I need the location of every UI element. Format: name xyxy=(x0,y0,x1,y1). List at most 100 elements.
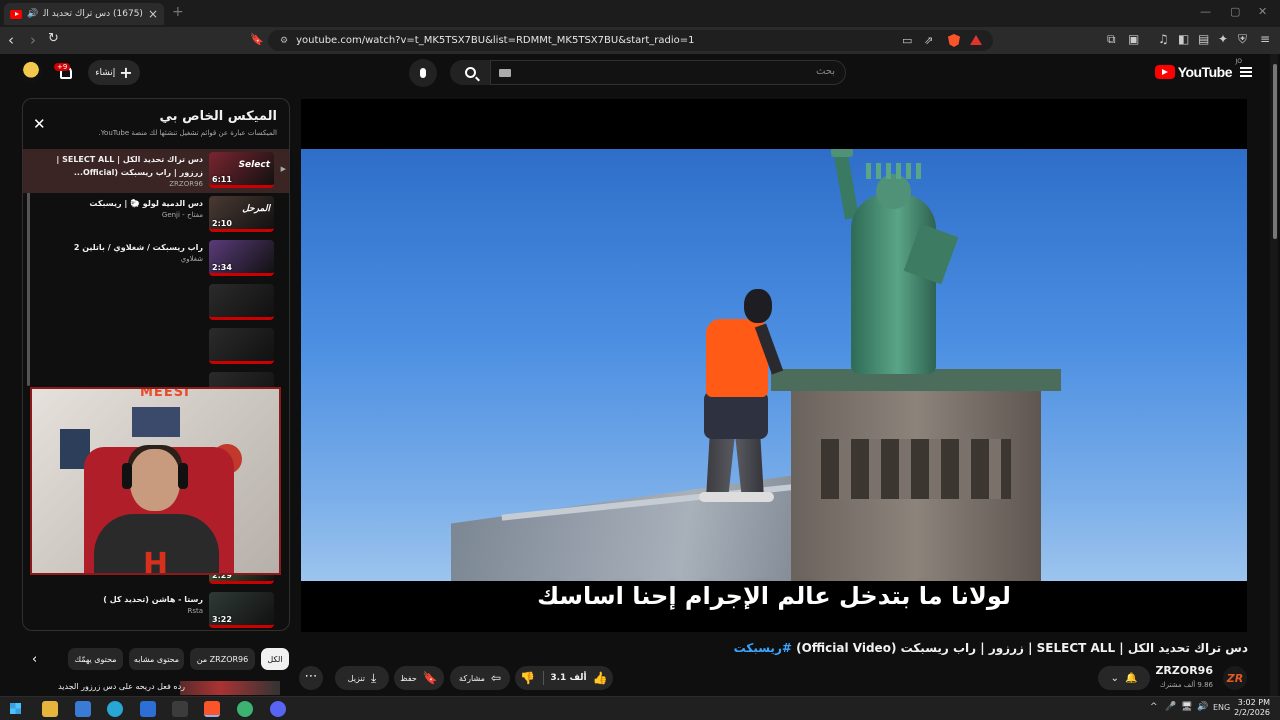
windows-start-icon[interactable] xyxy=(10,703,21,714)
share-label: مشاركة xyxy=(459,673,485,683)
avatar[interactable] xyxy=(20,61,42,83)
playlist-item-title: رستا - هاشن (تحديد كل ) xyxy=(103,595,203,604)
playlist-item-thumbnail[interactable]: Select 6:11 xyxy=(209,152,274,188)
dislike-icon[interactable]: 👎 xyxy=(520,671,545,685)
search-button[interactable] xyxy=(450,60,490,85)
video-player[interactable]: لولانا ما بتدخل عالم الإجرام إحنا اساسك xyxy=(301,99,1247,632)
wallet-icon[interactable]: ▤ xyxy=(1198,32,1209,46)
share-page-icon[interactable]: ⇗ xyxy=(924,34,933,47)
download-label: تنزيل xyxy=(347,673,366,683)
youtube-logo[interactable]: YouTube JO xyxy=(1154,58,1242,80)
audio-playing-icon[interactable]: 🔊 xyxy=(27,9,38,19)
page-scrollbar-thumb[interactable] xyxy=(1273,64,1277,239)
keyboard-icon[interactable] xyxy=(499,69,511,77)
extensions-icon[interactable]: ⧉ xyxy=(1107,32,1116,47)
chevron-left-icon[interactable]: ‹ xyxy=(32,652,37,667)
youtube-favicon-icon xyxy=(10,9,22,19)
save-button[interactable]: حفظ 🔖 xyxy=(394,666,444,690)
telegram-icon[interactable] xyxy=(237,701,253,717)
address-bar[interactable]: ⚙ youtube.com/watch?v=t_MK5TSX7BU&list=R… xyxy=(268,30,993,51)
more-actions-icon[interactable]: ⋯ xyxy=(299,666,323,690)
browser-tab[interactable]: 🔊 (1675) دس تراك تحديد الكل | × xyxy=(4,3,164,25)
notifications-badge: +9 xyxy=(54,63,71,71)
channel-avatar[interactable]: ZR xyxy=(1223,666,1247,690)
language-indicator[interactable]: ENG xyxy=(1213,703,1230,712)
discord-icon[interactable] xyxy=(270,701,286,717)
close-icon[interactable]: ✕ xyxy=(33,115,46,133)
sidebar-icon[interactable]: ◧ xyxy=(1178,32,1189,46)
playlist-item-thumbnail[interactable]: 3:22 xyxy=(209,592,274,628)
search-icon xyxy=(464,67,476,78)
playlist-item-thumbnail[interactable] xyxy=(209,328,274,364)
outlook-icon[interactable] xyxy=(140,701,156,717)
vpn-icon[interactable]: ⛨ xyxy=(1238,32,1247,47)
video-hashtag[interactable]: #ريسبكت xyxy=(734,641,792,655)
share-button[interactable]: مشاركة ⇦ xyxy=(450,666,510,690)
clock[interactable]: 3:02 PM 2/2/2026 xyxy=(1234,698,1270,718)
chip-from-channel[interactable]: من ZRZOR96 xyxy=(190,648,255,670)
guide-menu-icon[interactable] xyxy=(1240,67,1252,77)
chip-for-you[interactable]: محتوى يهمّك xyxy=(68,648,123,670)
person-shorts xyxy=(704,391,768,439)
media-icon[interactable]: ♫ xyxy=(1158,32,1169,46)
tray-chevron-icon[interactable]: ^ xyxy=(1150,702,1158,712)
playlist-item[interactable] xyxy=(23,281,289,325)
bell-icon: 🔔 xyxy=(1124,672,1138,684)
minimize-icon[interactable]: — xyxy=(1200,5,1211,18)
tab-close-icon[interactable]: × xyxy=(148,7,158,21)
taskbar-app-icon[interactable] xyxy=(172,701,188,717)
brave-browser-icon[interactable] xyxy=(204,701,220,717)
chip-related[interactable]: محتوى مشابه xyxy=(129,648,184,670)
webcam-poster xyxy=(132,407,180,437)
new-tab-icon[interactable]: + xyxy=(172,4,184,20)
chip-all[interactable]: الكل xyxy=(261,648,289,670)
volume-icon[interactable]: 🔊 xyxy=(1197,702,1208,712)
window-close-icon[interactable]: ✕ xyxy=(1258,5,1267,18)
edge-icon[interactable] xyxy=(107,701,123,717)
network-icon[interactable]: 🖥 xyxy=(1181,702,1192,712)
playlist-item[interactable]: المرحل 2:10 دس الدمية لولو 🐑 | ريسبكت Genji… xyxy=(23,193,289,237)
playlist-item[interactable]: 3:22 رستا - هاشن (تحديد كل ) Rsta xyxy=(23,589,289,630)
forward-icon[interactable]: › xyxy=(30,31,36,49)
like-icon[interactable]: 👍 xyxy=(593,671,608,685)
reader-icon[interactable]: ▣ xyxy=(1128,32,1139,46)
playlist-item[interactable] xyxy=(23,325,289,369)
file-explorer-icon[interactable] xyxy=(42,701,58,717)
playlist-item-thumbnail[interactable] xyxy=(209,284,274,320)
maximize-icon[interactable]: ▢ xyxy=(1230,5,1240,18)
brave-shields-icon[interactable] xyxy=(948,34,960,47)
microphone-tray-icon[interactable]: 🎤 xyxy=(1165,702,1176,712)
back-icon[interactable]: ‹ xyxy=(8,31,14,49)
playlist-subtitle: الميكسات عبارة عن قوائم تشغيل تنشئها لك … xyxy=(98,129,277,137)
playlist-item-duration: 2:10 xyxy=(212,219,232,228)
playlist-panel: الميكس الخاص بي الميكسات عبارة عن قوائم … xyxy=(22,98,290,631)
leo-ai-icon[interactable]: ✦ xyxy=(1218,32,1228,46)
brave-rewards-icon[interactable] xyxy=(970,35,982,45)
download-button[interactable]: تنزيل ⤓ xyxy=(335,666,389,690)
playlist-item-channel: Rsta xyxy=(187,607,203,615)
site-info-icon[interactable]: ⚙ xyxy=(280,36,288,46)
browser-toolbar: ‹ › ↻ 🔖 ⚙ youtube.com/watch?v=t_MK5TSX7B… xyxy=(0,27,1280,54)
subscribed-button[interactable]: ⌄ 🔔 xyxy=(1098,666,1150,690)
channel-name[interactable]: ZRZOR96 xyxy=(1155,664,1213,677)
youtube-logo-text: YouTube xyxy=(1177,64,1233,80)
reload-icon[interactable]: ↻ xyxy=(48,31,59,46)
bookmark-icon[interactable]: 🔖 xyxy=(250,33,264,46)
video-frame xyxy=(301,149,1247,581)
cast-icon[interactable]: ▭ xyxy=(902,34,912,47)
menu-icon[interactable]: ≡ xyxy=(1260,32,1270,46)
youtube-masthead: YouTube JO بحث إنشاء + +9 xyxy=(0,54,1280,92)
search-input[interactable]: بحث xyxy=(490,60,846,85)
video-title: دس تراك تحديد الكل | SELECT ALL | زرزور … xyxy=(734,641,1248,655)
playlist-item[interactable]: 2:34 راب ريسبكت / شغلاوي / باتلين 2 شغلاوي xyxy=(23,237,289,281)
like-count[interactable]: 3.1 ألف xyxy=(550,673,586,683)
search-placeholder: بحث xyxy=(815,66,835,77)
voice-search-button[interactable] xyxy=(409,59,437,87)
url-text: youtube.com/watch?v=t_MK5TSX7BU&list=RDM… xyxy=(296,35,695,46)
microsoft-store-icon[interactable] xyxy=(75,701,91,717)
next-video-title[interactable]: رده فعل دريحه على دس زرزور الجديد xyxy=(22,681,290,695)
create-button[interactable]: إنشاء + xyxy=(88,60,140,85)
playlist-item[interactable]: ▶ Select 6:11 دس تراك تحديد الكل | SELECT A… xyxy=(23,149,289,193)
playlist-item-thumbnail[interactable]: المرحل 2:10 xyxy=(209,196,274,232)
playlist-item-thumbnail[interactable]: 2:34 xyxy=(209,240,274,276)
